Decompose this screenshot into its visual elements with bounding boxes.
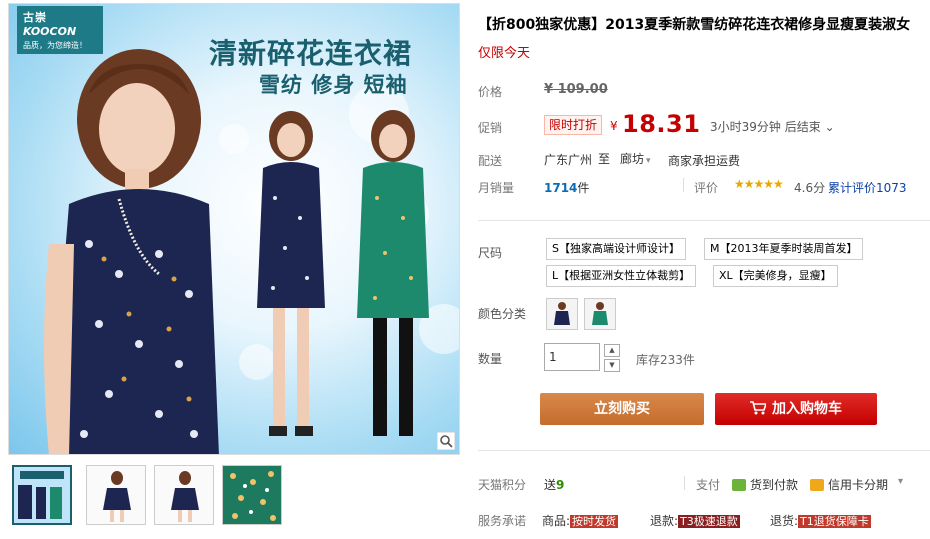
price-panel: 价格 ¥ 109.00 促销 限时打折 ¥ 18.31 3小时39分钟 后结束 …	[478, 70, 930, 202]
size-option-xl[interactable]: XL【完美修身，显瘦】	[713, 265, 838, 287]
thumbnail-3[interactable]	[154, 465, 214, 525]
cod-icon	[732, 479, 746, 491]
promise-goods-label: 商品:	[542, 514, 571, 528]
points-number: 9	[556, 478, 565, 492]
original-price-value: ¥ 109.00	[544, 82, 608, 97]
promise-goods: 商品: 按时发货	[542, 512, 619, 529]
brand-name-cn: 古崇	[23, 11, 47, 24]
add-to-cart-label: 加入购物车	[772, 401, 842, 417]
divider	[478, 450, 930, 451]
service-promise-label: 服务承诺	[478, 514, 527, 528]
promise-refund: 退款: T3极速退款	[650, 512, 740, 529]
original-price: ¥ 109.00	[544, 82, 608, 97]
promise-return: 退货: T1退货保障卡	[770, 512, 871, 529]
buy-now-button[interactable]: 立刻购买	[540, 393, 704, 425]
promise-goods-tag: 按时发货	[570, 515, 619, 528]
chevron-down-icon: ▾	[646, 156, 651, 166]
ship-to-prefix: 至	[598, 152, 611, 166]
thumbnail-4[interactable]	[222, 465, 282, 525]
rating-stars: ★★★★★	[734, 177, 784, 191]
quantity-decrease-button[interactable]: ▼	[604, 359, 620, 372]
model-figure-large	[44, 49, 219, 454]
points-label: 天猫积分	[478, 478, 527, 492]
thumbnail-2[interactable]	[86, 465, 146, 525]
credit-card-icon	[810, 479, 824, 491]
chevron-down-icon[interactable]: ▾	[898, 476, 903, 487]
promise-return-tag: T1退货保障卡	[798, 515, 871, 528]
payment-credit-label: 信用卡分期	[828, 478, 889, 492]
price-label: 价格	[478, 85, 503, 99]
review-count-link[interactable]: 累计评价1073	[828, 179, 907, 196]
zoom-icon[interactable]	[437, 432, 455, 450]
quantity-input[interactable]: 1	[544, 343, 600, 371]
thumbnail-1[interactable]	[12, 465, 72, 525]
ship-to-select[interactable]: 廊坊 ▾	[620, 150, 651, 167]
shipping-fee: 商家承担运费	[668, 154, 741, 168]
thumbnail-strip	[8, 460, 460, 532]
quantity-increase-button[interactable]: ▲	[604, 344, 620, 357]
shipping-label: 配送	[478, 154, 503, 168]
payment-credit: 信用卡分期	[810, 476, 888, 493]
current-price: 18.31	[622, 110, 701, 138]
size-option-s[interactable]: S【独家高端设计师设计】	[546, 238, 686, 260]
chevron-down-icon: ⌄	[824, 120, 835, 134]
promo-label: 促销	[478, 121, 503, 135]
add-to-cart-button[interactable]: 加入购物车	[715, 393, 877, 425]
color-option-green[interactable]	[584, 298, 616, 330]
monthly-sales: 1714件	[544, 179, 589, 196]
product-subtitle: 仅限今天	[478, 46, 531, 61]
color-option-navy[interactable]	[546, 298, 578, 330]
promise-refund-tag: T3极速退款	[678, 515, 740, 528]
payment-cod-label: 货到付款	[750, 478, 799, 492]
cart-icon	[750, 401, 766, 415]
promo-tag: 限时打折	[544, 115, 603, 135]
banner-title: 清新碎花连衣裙	[209, 37, 413, 70]
promise-return-label: 退货:	[770, 514, 799, 528]
divider	[683, 178, 684, 192]
sales-label: 月销量	[478, 181, 515, 195]
ship-to-value: 廊坊	[620, 152, 645, 166]
payment-label: 支付	[696, 478, 721, 492]
divider	[684, 476, 685, 490]
stock-count: 库存233件	[636, 353, 695, 367]
promise-refund-label: 退款:	[650, 514, 679, 528]
banner-subtitle: 雪纺 修身 短袖	[259, 73, 408, 97]
size-option-m[interactable]: M【2013年夏季时装周首发】	[704, 238, 864, 260]
currency-symbol: ¥	[610, 119, 618, 133]
countdown-text: 3小时39分钟 后结束	[710, 120, 821, 134]
model-figure-navy	[257, 111, 325, 436]
points-value: 送9	[544, 476, 564, 493]
size-option-l[interactable]: L【根据亚洲女性立体裁剪】	[546, 265, 697, 287]
product-title: 【折800独家优惠】2013夏季新款雪纺碎花连衣裙修身显瘦夏装淑女	[478, 17, 911, 33]
product-main-image[interactable]: 古崇 KOOCON 品质，为您缔造！ 清新碎花连衣裙 雪纺 修身 短袖	[8, 3, 460, 455]
promo-countdown[interactable]: 3小时39分钟 后结束 ⌄	[710, 118, 835, 135]
rating-label: 评价	[694, 181, 719, 195]
model-figure-green	[357, 110, 429, 436]
rating-score: 4.6分	[794, 181, 826, 195]
size-label: 尺码	[478, 246, 503, 260]
payment-cod: 货到付款	[732, 476, 798, 493]
divider	[478, 220, 930, 221]
sales-count: 1714	[544, 181, 578, 195]
color-label: 颜色分类	[478, 307, 527, 321]
points-prefix: 送	[544, 478, 557, 492]
ship-from: 广东广州	[544, 153, 593, 167]
sales-unit: 件	[577, 181, 590, 195]
quantity-label: 数量	[478, 352, 503, 366]
